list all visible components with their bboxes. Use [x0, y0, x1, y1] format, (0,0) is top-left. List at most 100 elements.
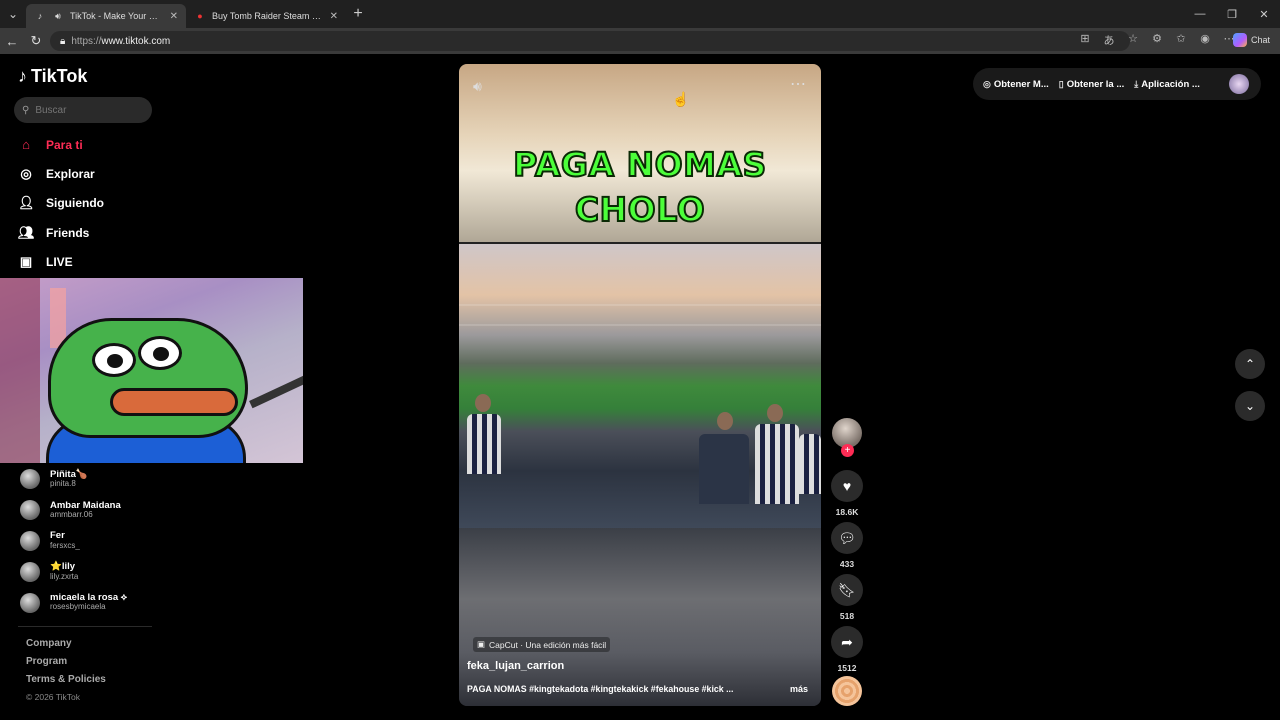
sidebar-item-label: Para ti: [46, 137, 83, 152]
next-video-button[interactable]: ⌄: [1235, 391, 1265, 421]
favorite-star-icon[interactable]: ☆: [1124, 32, 1142, 48]
sidebar-item-para-ti[interactable]: ⌂ Para ti: [18, 130, 104, 159]
heart-icon[interactable]: ♥: [831, 470, 863, 502]
address-bar: ← ↻ 🔒︎ https://www.tiktok.com ⊞ あ ☆ ⚙ ✩ …: [0, 28, 1280, 54]
download-app-button[interactable]: ⤓ Aplicación ...: [1134, 79, 1200, 90]
tiktok-logo[interactable]: ♪ TikTok: [18, 66, 87, 87]
get-coins-button[interactable]: ◎ Obtener M...: [983, 79, 1049, 90]
bookmark-icon[interactable]: 🔖︎: [831, 574, 863, 606]
fan-head: [767, 404, 783, 422]
tab-title: Buy Tomb Raider Steam key PC! Ch: [212, 11, 324, 21]
copilot-chat-button[interactable]: Chat: [1232, 33, 1270, 47]
live-icon: ▣: [19, 253, 33, 269]
close-window-icon[interactable]: ✕: [1248, 0, 1280, 28]
sidebar-footer: Company Program Terms & Policies © 2026 …: [26, 638, 106, 710]
account-handle: fersxcs_: [50, 540, 80, 550]
music-disc-icon[interactable]: [832, 676, 862, 706]
browser-tab-tiktok[interactable]: ♪ 🔊︎ TikTok - Make Your Day ✕: [26, 4, 186, 28]
restore-icon[interactable]: ❐: [1216, 0, 1248, 28]
following-icon: 👤︎: [18, 195, 35, 211]
capcut-icon: ▣: [477, 639, 486, 649]
translate-icon[interactable]: あ: [1100, 32, 1118, 48]
apps-icon[interactable]: ⊞: [1076, 32, 1094, 48]
tiktok-note-icon: ♪: [18, 66, 27, 86]
following-account[interactable]: Piñita🍗 pinita.8: [20, 464, 127, 495]
comment-icon[interactable]: 💬︎: [831, 522, 863, 554]
footer-link-program[interactable]: Program: [26, 656, 106, 674]
overlay-line-2: CHOLO: [574, 189, 706, 230]
caption-more-link[interactable]: más: [790, 684, 808, 694]
stand-line: [459, 304, 821, 306]
close-tab-icon[interactable]: ✕: [330, 11, 338, 22]
following-account[interactable]: Fer fersxcs_: [20, 526, 127, 557]
sidebar-item-siguiendo[interactable]: 👤︎ Siguiendo: [18, 189, 104, 218]
footer-link-terms[interactable]: Terms & Policies: [26, 674, 106, 692]
get-app-button[interactable]: ▯ Obtener la ...: [1059, 79, 1125, 90]
video-player[interactable]: PAGA NOMAS CHOLO 🔊︎ ⋯ ▣ CapCut · Una edi…: [459, 64, 821, 706]
comment-count: 433: [839, 559, 855, 569]
fan-head: [717, 412, 733, 430]
following-account[interactable]: Ambar Maidana ammbarr.06: [20, 495, 127, 526]
sidebar-item-friends[interactable]: 👥︎ Friends: [18, 218, 104, 247]
profile-icon[interactable]: ◉: [1196, 32, 1214, 48]
previous-video-button[interactable]: ⌃: [1235, 349, 1265, 379]
capcut-badge[interactable]: ▣ CapCut · Una edición más fácil: [473, 637, 611, 652]
extensions-icon[interactable]: ⚙: [1148, 32, 1166, 48]
pepe-frog-head: [48, 318, 248, 438]
follow-plus-icon[interactable]: +: [841, 444, 854, 457]
search-icon: ⚲: [22, 104, 30, 116]
back-icon[interactable]: ←: [0, 34, 24, 49]
like-action[interactable]: ♥ 18.6K: [831, 470, 863, 517]
close-tab-icon[interactable]: ✕: [170, 11, 178, 22]
account-handle: rosesbymicaela: [50, 602, 106, 612]
user-avatar[interactable]: [1229, 74, 1249, 94]
sidebar-item-live[interactable]: ▣ LIVE: [18, 247, 104, 276]
avatar: [20, 530, 40, 551]
stadium-scene: [459, 244, 821, 528]
url-field[interactable]: 🔒︎ https://www.tiktok.com: [50, 31, 1130, 51]
tab-title: TikTok - Make Your Day: [70, 11, 164, 21]
more-options-icon[interactable]: ⋯: [790, 74, 807, 94]
url-protocol: https://: [71, 35, 102, 47]
download-icon: ⤓: [1134, 78, 1139, 89]
share-action[interactable]: ➦ 1512: [831, 626, 863, 673]
video-blurred-area: [459, 528, 821, 706]
chat-label: Chat: [1250, 35, 1270, 45]
lock-icon: 🔒︎: [60, 35, 66, 47]
following-account[interactable]: ⭐lily lily.zxrta: [20, 556, 127, 587]
favorites-icon[interactable]: ✩: [1172, 32, 1190, 48]
sidebar-item-label: Friends: [46, 225, 90, 240]
avatar: [20, 469, 40, 490]
minimize-icon[interactable]: —: [1184, 0, 1216, 28]
sidebar-item-explorar[interactable]: ◎ Explorar: [18, 159, 104, 188]
friends-icon: 👥︎: [18, 224, 35, 240]
refresh-icon[interactable]: ↻: [24, 33, 48, 49]
compass-icon: ◎: [20, 165, 32, 181]
tiktok-favicon-icon: ♪: [37, 11, 43, 21]
share-icon[interactable]: ➦: [831, 626, 863, 658]
sidebar-divider: [18, 626, 152, 627]
new-tab-icon[interactable]: +: [346, 5, 370, 23]
volume-icon[interactable]: 🔊︎: [473, 78, 482, 95]
overlay-line-1: PAGA NOMAS: [512, 144, 767, 185]
sidebar-item-label: Explorar: [46, 166, 95, 181]
speaker-icon[interactable]: 🔊︎: [52, 10, 64, 22]
footer-link-company[interactable]: Company: [26, 638, 106, 656]
video-author[interactable]: feka_lujan_carrion: [467, 660, 564, 672]
search-box[interactable]: ⚲: [14, 97, 152, 123]
search-input[interactable]: [35, 104, 136, 116]
comment-action[interactable]: 💬︎ 433: [831, 522, 863, 569]
tab-actions-menu-icon[interactable]: ⌄: [0, 0, 26, 28]
fan: [799, 434, 821, 494]
capcut-label: CapCut · Una edición más fácil: [489, 639, 607, 650]
video-overlay-text: PAGA NOMAS CHOLO: [459, 142, 821, 232]
sidebar-nav: ⌂ Para ti ◎ Explorar 👤︎ Siguiendo 👥︎ Fri…: [18, 130, 104, 276]
browser-tab-store[interactable]: ● Buy Tomb Raider Steam key PC! Ch ✕: [186, 4, 346, 28]
hand-cursor-icon: ☝: [672, 91, 690, 107]
chevron-up-icon: ⌃: [1244, 357, 1256, 371]
save-action[interactable]: 🔖︎ 518: [831, 574, 863, 621]
following-account[interactable]: micaela la rosa ⟡ rosesbymicaela: [20, 587, 127, 618]
following-accounts-list: Piñita🍗 pinita.8 Ambar Maidana ammbarr.06 …: [20, 464, 127, 618]
share-count: 1512: [837, 663, 857, 673]
save-count: 518: [839, 611, 855, 621]
